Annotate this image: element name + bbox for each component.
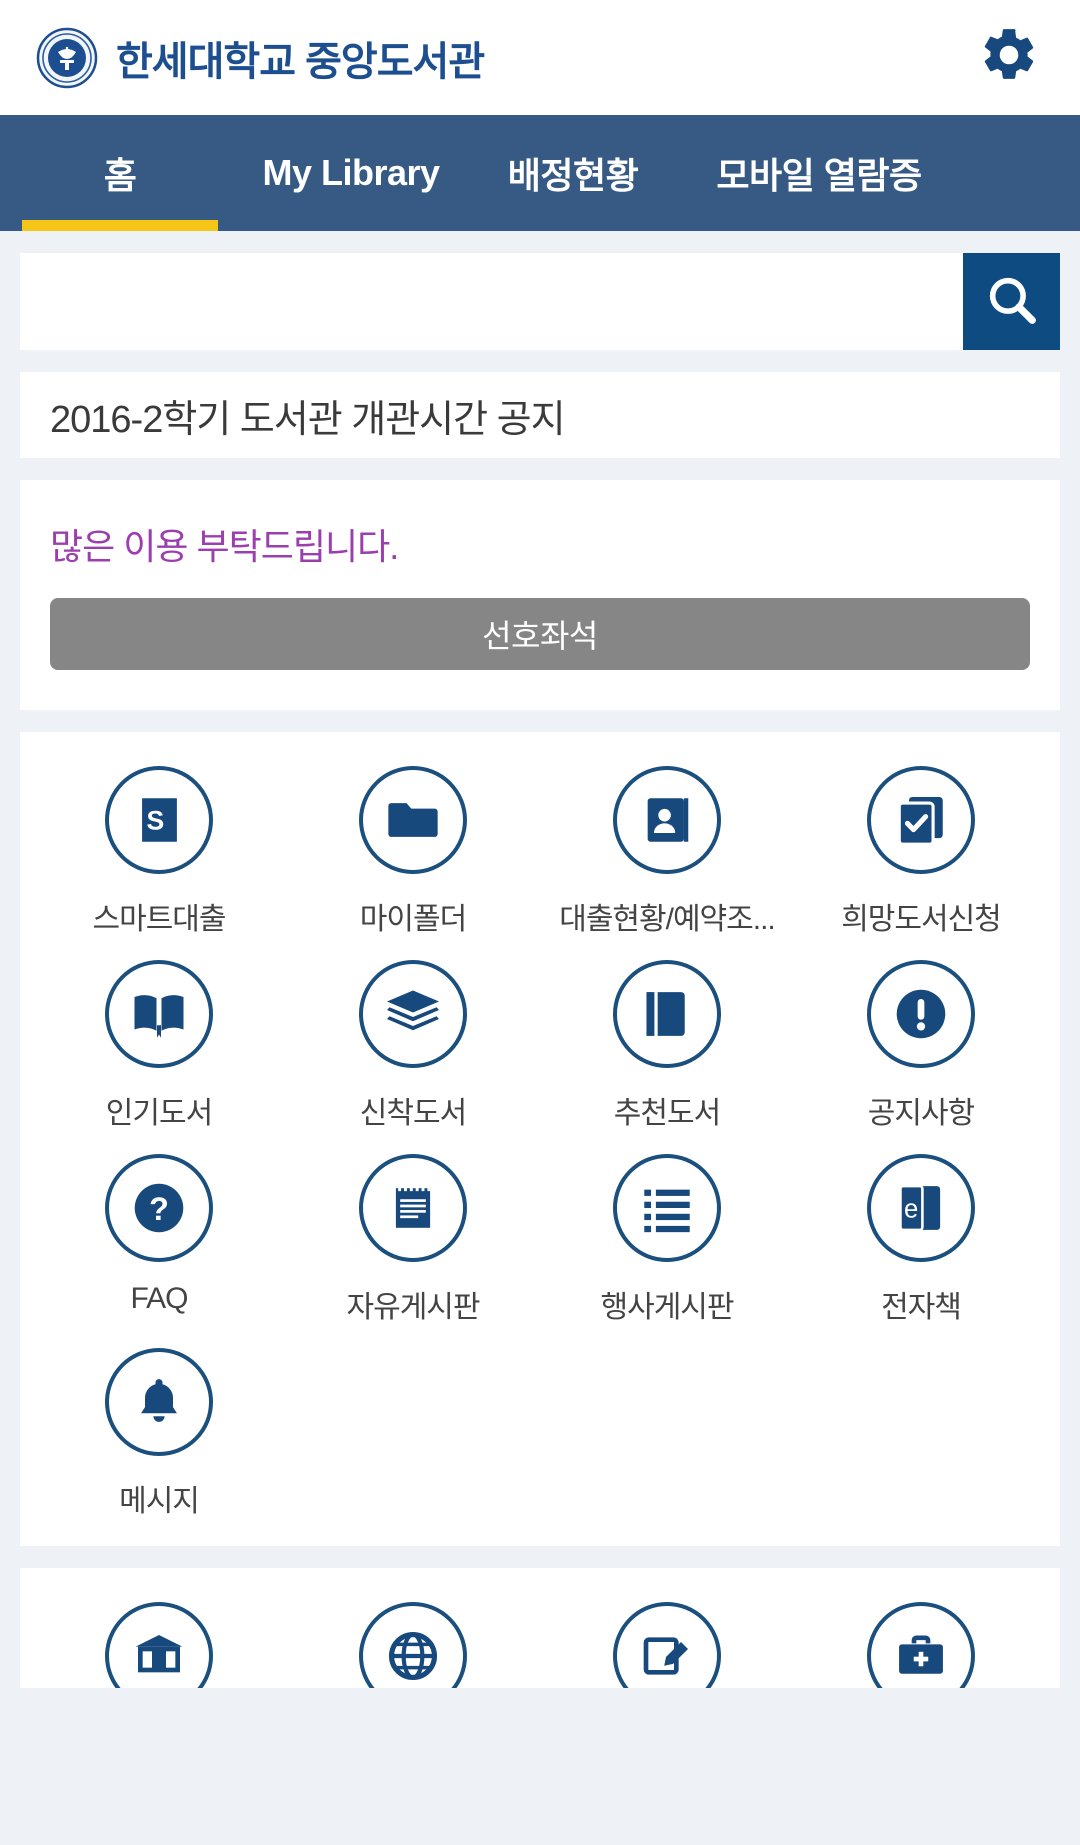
check-books-icon bbox=[867, 766, 975, 874]
library-building-icon bbox=[105, 1602, 213, 1688]
search-input[interactable] bbox=[20, 253, 963, 350]
menu-item-label: 인기도서 bbox=[105, 1097, 213, 1130]
secondary-icon-grid bbox=[32, 1602, 1048, 1688]
menu-item-loan-status[interactable]: 대출현황/예약조... bbox=[540, 766, 794, 938]
question-mark-icon: ? bbox=[105, 1154, 213, 1262]
notice-title-panel[interactable]: 2016-2학기 도서관 개관시간 공지 bbox=[20, 372, 1060, 458]
settings-button[interactable] bbox=[974, 23, 1044, 93]
notice-title: 2016-2학기 도서관 개관시간 공지 bbox=[50, 398, 566, 441]
menu-item-label: 메시지 bbox=[119, 1485, 199, 1518]
notepad-icon bbox=[359, 1154, 467, 1262]
menu-grid-panel: S 스마트대출 마이폴더 대출현황/예약조... 희망도서신청 인기도서 신착도… bbox=[20, 732, 1060, 1546]
menu-item-smart-loan[interactable]: S 스마트대출 bbox=[32, 766, 286, 938]
app-title: 한세대학교 중앙도서관 bbox=[116, 39, 485, 84]
nav-tab-my-library[interactable]: My Library bbox=[240, 115, 462, 231]
notice-body-panel: 많은 이용 부탁드립니다. 선호좌석 bbox=[20, 480, 1060, 710]
notice-body-text: 많은 이용 부탁드립니다. bbox=[50, 526, 399, 567]
app-header: 한세대학교 중앙도서관 bbox=[0, 0, 1080, 115]
ebook-icon: e bbox=[867, 1154, 975, 1262]
search-button[interactable] bbox=[963, 253, 1060, 350]
main-navigation: 홈 My Library 배정현황 모바일 열람증 bbox=[0, 115, 1080, 231]
menu-item-label: 스마트대출 bbox=[92, 903, 226, 936]
menu-item-book-request[interactable]: 희망도서신청 bbox=[794, 766, 1048, 938]
menu-item-my-folder[interactable]: 마이폴더 bbox=[286, 766, 540, 938]
menu-item-label: 전자책 bbox=[881, 1291, 961, 1324]
menu-item-ebook[interactable]: e 전자책 bbox=[794, 1154, 1048, 1326]
exclamation-icon bbox=[867, 960, 975, 1068]
menu-item-label: 마이폴더 bbox=[359, 903, 467, 936]
bell-icon bbox=[105, 1348, 213, 1456]
menu-item-free-board[interactable]: 자유게시판 bbox=[286, 1154, 540, 1326]
book-stack-icon bbox=[359, 960, 467, 1068]
closed-book-icon bbox=[613, 960, 721, 1068]
briefcase-plus-icon bbox=[867, 1602, 975, 1688]
brand: 한세대학교 중앙도서관 bbox=[36, 27, 485, 89]
search-section bbox=[0, 231, 1080, 350]
menu-item-label: 자유게시판 bbox=[346, 1291, 480, 1324]
menu-item-popular-books[interactable]: 인기도서 bbox=[32, 960, 286, 1132]
menu-item-label: 행사게시판 bbox=[600, 1291, 734, 1324]
menu-item-label: 대출현황/예약조... bbox=[559, 903, 775, 936]
gear-icon bbox=[978, 24, 1040, 91]
secondary-grid-panel bbox=[20, 1568, 1060, 1688]
secondary-item-edit[interactable] bbox=[540, 1602, 794, 1688]
svg-text:S: S bbox=[147, 806, 165, 836]
svg-text:?: ? bbox=[149, 1191, 169, 1227]
nav-tab-assignment-status-label: 배정현황 bbox=[507, 155, 639, 196]
search-icon bbox=[983, 271, 1041, 332]
pencil-edit-icon bbox=[613, 1602, 721, 1688]
nav-tab-assignment-status[interactable]: 배정현황 bbox=[462, 115, 684, 231]
menu-item-recommended-books[interactable]: 추천도서 bbox=[540, 960, 794, 1132]
folder-icon bbox=[359, 766, 467, 874]
nav-tab-home[interactable]: 홈 bbox=[0, 115, 240, 231]
secondary-item-library-building[interactable] bbox=[32, 1602, 286, 1688]
menu-item-label: 희망도서신청 bbox=[841, 903, 1001, 936]
id-card-icon bbox=[613, 766, 721, 874]
smart-loan-book-icon: S bbox=[105, 766, 213, 874]
open-book-icon bbox=[105, 960, 213, 1068]
nav-tab-home-label: 홈 bbox=[103, 155, 137, 196]
menu-item-label: 추천도서 bbox=[613, 1097, 721, 1130]
menu-item-label: FAQ bbox=[130, 1282, 188, 1315]
menu-item-new-books[interactable]: 신착도서 bbox=[286, 960, 540, 1132]
menu-item-event-board[interactable]: 행사게시판 bbox=[540, 1154, 794, 1326]
svg-text:e: e bbox=[904, 1195, 918, 1223]
menu-item-faq[interactable]: ? FAQ bbox=[32, 1154, 286, 1326]
globe-icon bbox=[359, 1602, 467, 1688]
secondary-item-service[interactable] bbox=[794, 1602, 1048, 1688]
menu-icon-grid: S 스마트대출 마이폴더 대출현황/예약조... 희망도서신청 인기도서 신착도… bbox=[32, 766, 1048, 1520]
menu-item-label: 공지사항 bbox=[867, 1097, 975, 1130]
secondary-item-globe[interactable] bbox=[286, 1602, 540, 1688]
menu-item-notices[interactable]: 공지사항 bbox=[794, 960, 1048, 1132]
nav-tab-my-library-label: My Library bbox=[262, 152, 440, 193]
nav-tab-mobile-pass[interactable]: 모바일 열람증 bbox=[684, 115, 954, 231]
nav-tab-mobile-pass-label: 모바일 열람증 bbox=[716, 155, 922, 196]
preferred-seat-button[interactable]: 선호좌석 bbox=[50, 598, 1030, 670]
menu-item-message[interactable]: 메시지 bbox=[32, 1348, 286, 1520]
university-emblem-icon bbox=[36, 27, 98, 89]
search-bar bbox=[20, 253, 1060, 350]
list-icon bbox=[613, 1154, 721, 1262]
menu-item-label: 신착도서 bbox=[359, 1097, 467, 1130]
